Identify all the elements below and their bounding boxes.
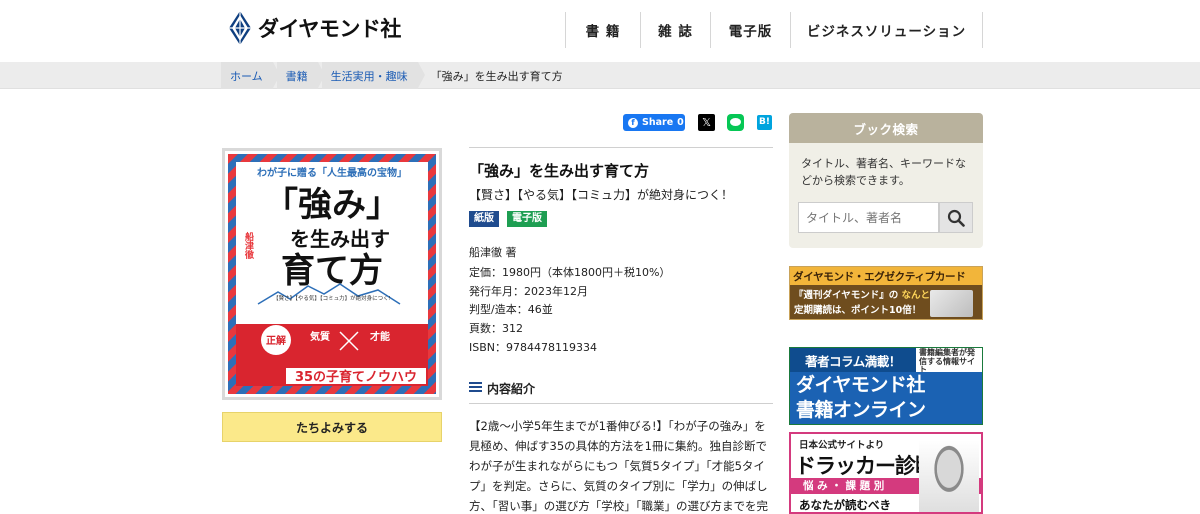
svg-text:わが子に贈る「人生最高の宝物」: わが子に贈る「人生最高の宝物」	[257, 166, 407, 179]
book-isbn: ISBN：9784478119334	[469, 341, 597, 354]
top-navigation: 書 籍 雑 誌 電子版 ビジネスソリューション	[565, 12, 983, 48]
executive-card-line1: 『週刊ダイヤモンド』の	[794, 290, 899, 301]
books-online-line2: 書籍オンライン	[796, 399, 926, 421]
x-share-button[interactable]: 𝕏	[698, 114, 715, 131]
svg-text:育て方: 育て方	[281, 251, 383, 291]
list-icon	[469, 382, 482, 394]
site-header: ダイヤモンド社 書 籍 雑 誌 電子版 ビジネスソリューション	[0, 0, 1200, 62]
drucker-banner-small: 日本公式サイトより	[799, 440, 885, 451]
credit-card-image	[930, 290, 973, 317]
drucker-portrait-image	[919, 440, 979, 512]
svg-text:才能: 才能	[370, 330, 390, 343]
breadcrumb-bar: ホーム 書籍 生活実用・趣味 「強み」を生み出す育て方	[0, 62, 1200, 89]
breadcrumb-books[interactable]: 書籍	[276, 62, 325, 89]
book-published: 発行年月：2023年12月	[469, 285, 588, 298]
book-search-title: ブック検索	[789, 113, 983, 143]
svg-text:「強み」: 「強み」	[264, 185, 400, 225]
book-cover-art: わが子に贈る「人生最高の宝物」 「強み」 を生み出す 育て方 船津徹 【賢さ】【…	[228, 154, 436, 394]
books-online-banner-side: 書籍編集者が発信する情報サイト	[916, 348, 982, 374]
executive-card-banner-title: ダイヤモンド・エグゼクティブカード	[790, 267, 982, 285]
x-icon: 𝕏	[702, 116, 711, 129]
info-divider	[469, 147, 773, 148]
facebook-share-count: 0	[677, 117, 684, 128]
books-online-banner-main: ダイヤモンド社 書籍オンライン	[790, 372, 982, 424]
diamond-logo-icon	[229, 11, 251, 45]
hatena-icon: B!	[759, 117, 770, 127]
nav-magazines[interactable]: 雑 誌	[640, 12, 710, 48]
book-search-input[interactable]	[798, 202, 939, 233]
svg-text:正解: 正解	[266, 334, 286, 347]
description-divider	[469, 403, 773, 404]
book-subtitle: 【賢さ】【やる気】【コミュ力】が絶対身につく！	[469, 188, 734, 202]
book-search-panel: ブック検索 タイトル、著者名、キーワードなどから検索できます。	[789, 113, 983, 248]
site-logo[interactable]: ダイヤモンド社	[228, 10, 401, 46]
book-cover-frame: わが子に贈る「人生最高の宝物」 「強み」 を生み出す 育て方 船津徹 【賢さ】【…	[222, 148, 442, 400]
hatena-bookmark-button[interactable]: B!	[757, 115, 772, 130]
logo-text: ダイヤモンド社	[258, 17, 401, 41]
book-search-button[interactable]	[939, 202, 973, 233]
nav-books[interactable]: 書 籍	[565, 12, 640, 48]
search-icon	[947, 209, 965, 227]
breadcrumb: ホーム 書籍 生活実用・趣味 「強み」を生み出す育て方	[221, 62, 577, 89]
nav-digital[interactable]: 電子版	[710, 12, 790, 48]
svg-text:を生み出す: を生み出す	[290, 227, 390, 251]
facebook-icon: f	[628, 117, 638, 128]
books-online-line1: ダイヤモンド社	[796, 374, 925, 396]
breadcrumb-category[interactable]: 生活実用・趣味	[321, 62, 425, 89]
drucker-diagnosis-banner[interactable]: 日本公式サイトより ドラッカー診断 悩 み ・ 課 題 別 あなたが読むべき	[789, 432, 983, 514]
book-cover-image[interactable]: わが子に贈る「人生最高の宝物」 「強み」 を生み出す 育て方 船津徹 【賢さ】【…	[228, 154, 436, 394]
executive-card-banner[interactable]: ダイヤモンド・エグゼクティブカード 『週刊ダイヤモンド』の なんと 定期購読は、…	[789, 266, 983, 320]
book-author[interactable]: 船津徹 著	[469, 244, 517, 260]
digital-edition-badge[interactable]: 電子版	[507, 211, 547, 227]
facebook-share-button[interactable]: f Share 0	[623, 114, 685, 131]
drucker-banner-title: ドラッカー診断	[795, 454, 936, 478]
book-description: 【2歳～小学5年生までが1番伸びる!】「わが子の強み」を見極め、伸ばす35の具体…	[469, 419, 768, 513]
books-online-banner[interactable]: 著者コラム満載！ 書籍編集者が発信する情報サイト ダイヤモンド社 書籍オンライン	[789, 347, 983, 425]
line-share-button[interactable]	[727, 114, 744, 131]
book-price: 定価：1980円（本体1800円＋税10%）	[469, 266, 671, 279]
svg-text:船津徹: 船津徹	[243, 231, 255, 260]
description-heading: 内容紹介	[469, 378, 773, 398]
paper-edition-badge[interactable]: 紙版	[469, 211, 499, 227]
executive-card-badge: なんと	[901, 290, 931, 301]
books-online-banner-top: 著者コラム満載！	[790, 348, 916, 372]
description-heading-label: 内容紹介	[487, 381, 536, 396]
book-search-description: タイトル、著者名、キーワードなどから検索できます。	[801, 157, 966, 187]
book-format: 判型/造本：46並	[469, 303, 553, 316]
facebook-share-label: Share	[642, 117, 674, 128]
breadcrumb-home[interactable]: ホーム	[221, 62, 280, 89]
book-title: 「強み」を生み出す育て方	[469, 162, 650, 180]
nav-business-solutions[interactable]: ビジネスソリューション	[790, 12, 983, 48]
svg-text:35の子育てノウハウ: 35の子育てノウハウ	[295, 369, 417, 385]
svg-text:【賢さ】【やる気】【コミュ力】が絶対身につく!: 【賢さ】【やる気】【コミュ力】が絶対身につく!	[273, 294, 391, 302]
breadcrumb-current: 「強み」を生み出す育て方	[430, 69, 563, 83]
tachiyomi-button[interactable]: たちよみする	[222, 412, 442, 442]
drucker-banner-subtitle: あなたが読むべき	[799, 498, 891, 512]
book-pages: 頁数：312	[469, 322, 523, 335]
svg-text:気質: 気質	[309, 330, 330, 343]
